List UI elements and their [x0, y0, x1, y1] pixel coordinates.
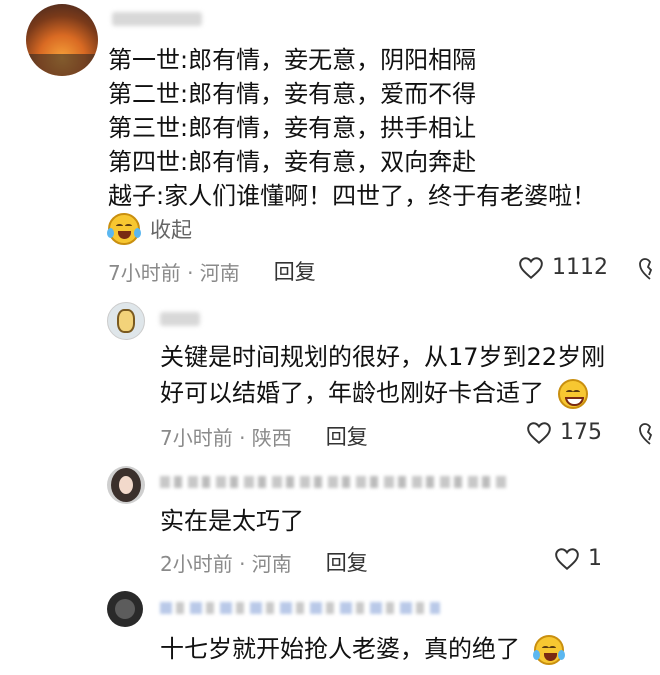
username-blurred — [160, 312, 200, 326]
comment-line-4: 第四世:郎有情，妾有意，双向奔赴 — [108, 148, 477, 176]
reply-line-1: 实在是太巧了 — [160, 507, 304, 535]
broken-heart-icon[interactable] — [638, 256, 660, 282]
time-location: 7小时前 · 河南 — [108, 260, 240, 285]
reply-line-1: 关键是时间规划的很好，从17岁到22岁刚 — [160, 343, 606, 371]
grinning-emoji-icon — [557, 379, 588, 409]
heart-outline-icon — [555, 547, 579, 570]
laughing-crying-emoji-icon — [532, 635, 565, 665]
heart-outline-icon — [519, 256, 543, 279]
avatar[interactable] — [26, 4, 98, 76]
collapse-label: 收起 — [150, 218, 192, 242]
reply-line-1-text: 十七岁就开始抢人老婆，真的绝了 — [160, 635, 520, 663]
avatar[interactable] — [107, 302, 145, 340]
comment-meta: 7小时前 · 河南 回复 — [108, 256, 316, 286]
reply-meta: 7小时前 · 陕西 回复 — [160, 421, 368, 451]
username-blurred — [160, 476, 510, 488]
heart-outline-icon — [527, 421, 551, 444]
reply-button[interactable]: 回复 — [326, 421, 368, 451]
laughing-crying-emoji-icon — [107, 213, 141, 245]
like-count: 1112 — [552, 255, 608, 280]
reply-button[interactable]: 回复 — [326, 547, 368, 577]
like-count: 1 — [588, 546, 602, 571]
broken-heart-icon[interactable] — [638, 421, 660, 447]
comment-line-2: 第二世:郎有情，妾有意，爱而不得 — [108, 80, 477, 108]
username-blurred — [112, 12, 202, 26]
avatar[interactable] — [107, 466, 145, 504]
comment-line-1: 第一世:郎有情，妾无意，阴阳相隔 — [108, 46, 477, 74]
like-button[interactable]: 1 — [554, 546, 602, 571]
username-blurred — [160, 602, 440, 614]
comment-line-3: 第三世:郎有情，妾有意，拱手相让 — [108, 114, 477, 142]
avatar[interactable] — [107, 591, 143, 627]
time-location: 7小时前 · 陕西 — [160, 425, 292, 450]
like-button[interactable]: 175 — [526, 420, 602, 445]
reply-line-2-text: 好可以结婚了，年龄也刚好卡合适了 — [160, 379, 544, 407]
time-location: 2小时前 · 河南 — [160, 551, 292, 576]
reply-line-2: 好可以结婚了，年龄也刚好卡合适了 — [160, 376, 588, 410]
comment-line-5: 越子:家人们谁懂啊！四世了，终于有老婆啦！ — [108, 182, 597, 210]
reply-meta: 2小时前 · 河南 回复 — [160, 547, 368, 577]
like-button[interactable]: 1112 — [518, 255, 608, 280]
collapse-button[interactable]: 收起 — [107, 213, 192, 245]
like-count: 175 — [560, 420, 602, 445]
reply-button[interactable]: 回复 — [274, 256, 316, 286]
reply-line-1: 十七岁就开始抢人老婆，真的绝了 — [160, 632, 565, 666]
